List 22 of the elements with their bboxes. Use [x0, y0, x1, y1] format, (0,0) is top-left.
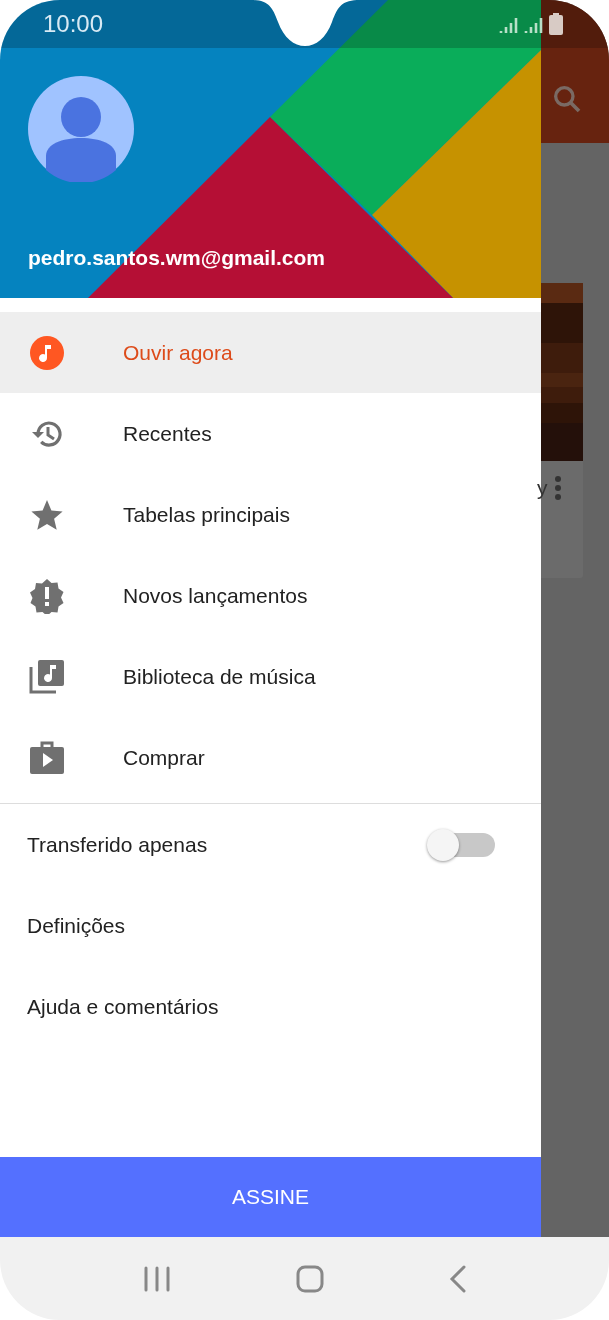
more-icon: [553, 475, 562, 501]
menu-item[interactable]: Recentes: [0, 393, 541, 474]
music-note-icon: [29, 334, 65, 371]
avatar[interactable]: [28, 76, 134, 182]
shopping-bag-play-icon: [29, 739, 65, 776]
alert-badge-icon: [29, 577, 65, 614]
search-icon: [551, 83, 583, 115]
menu-item[interactable]: Ouvir agora: [0, 312, 541, 393]
back-icon[interactable]: [448, 1264, 467, 1293]
home-icon[interactable]: [295, 1264, 324, 1293]
menu-item[interactable]: Definições: [27, 913, 126, 938]
setting-label: Transferido apenas: [27, 832, 208, 857]
menu-item[interactable]: Ajuda e comentários: [27, 994, 219, 1019]
menu-item[interactable]: Comprar: [0, 717, 541, 798]
battery-icon: [549, 13, 563, 35]
menu-item[interactable]: Novos lançamentos: [0, 555, 541, 636]
music-library-icon: [29, 658, 65, 695]
recent-apps-icon[interactable]: [142, 1265, 171, 1292]
subscribe-button[interactable]: ASSINE: [0, 1157, 541, 1237]
signal-icon: [499, 15, 543, 35]
menu-item[interactable]: Biblioteca de música: [0, 636, 541, 717]
status-time: 10:00: [43, 10, 104, 38]
